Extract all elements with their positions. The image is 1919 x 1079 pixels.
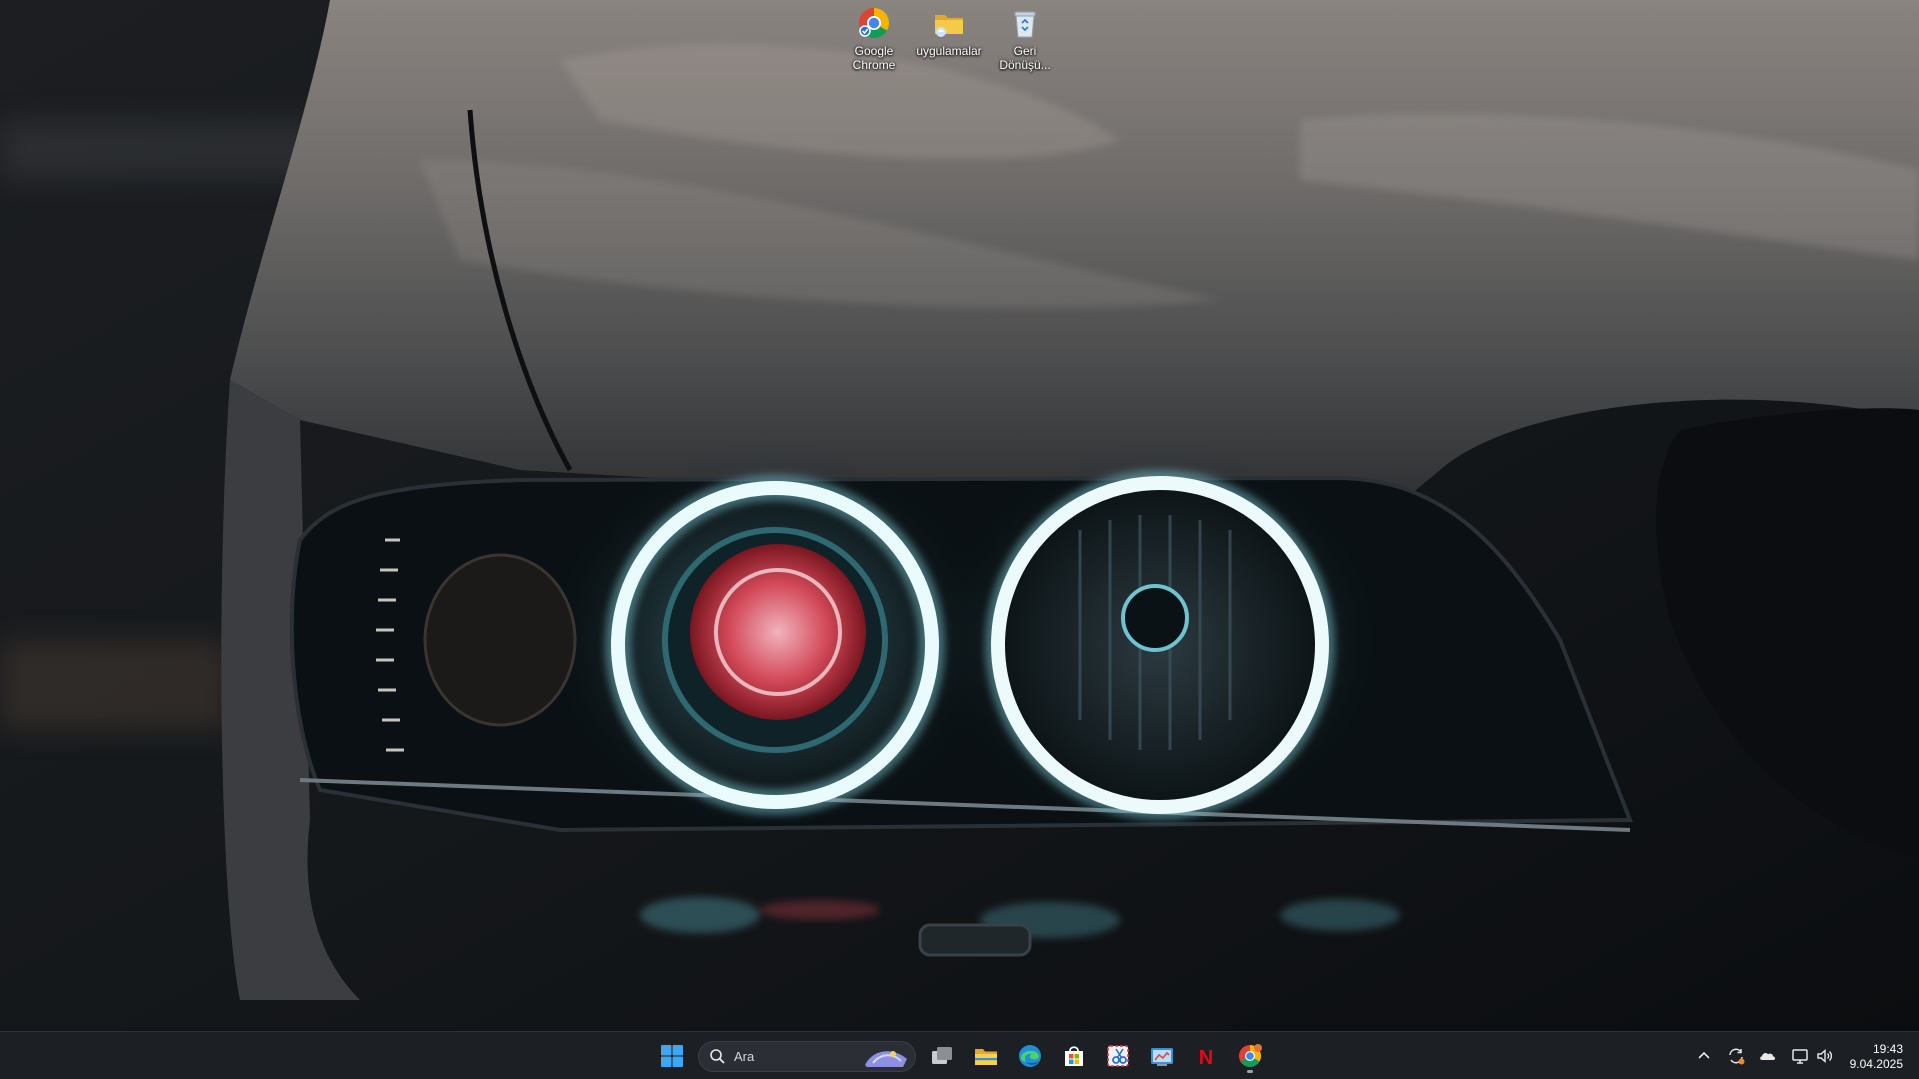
recycle-bin-icon	[1014, 11, 1036, 38]
taskbar-netflix[interactable]: N	[1186, 1038, 1226, 1074]
taskbar-snipping-tool[interactable]	[1098, 1038, 1138, 1074]
chevron-up-icon[interactable]	[1694, 1046, 1714, 1066]
desktop-icon-label: uygulamalar	[916, 44, 982, 58]
task-view-icon	[932, 1047, 952, 1064]
chrome-icon	[858, 7, 890, 39]
sync-icon[interactable]	[1726, 1046, 1746, 1066]
start-icon	[661, 1045, 683, 1067]
taskbar-clock[interactable]: 19:43 9.04.2025	[1850, 1042, 1903, 1072]
store-icon	[1065, 1046, 1083, 1066]
taskbar-control-panel[interactable]	[1142, 1038, 1182, 1074]
taskbar-search-box[interactable]: Ara	[698, 1041, 916, 1072]
search-highlight-art	[865, 1051, 907, 1067]
onedrive-icon[interactable]	[1758, 1046, 1778, 1066]
snipping-tool-icon	[1107, 1045, 1129, 1067]
clock-date: 9.04.2025	[1849, 1057, 1903, 1071]
file-explorer-icon	[975, 1049, 997, 1065]
network-icon[interactable]	[1790, 1046, 1810, 1066]
taskbar: Ara N 19:43 9.04.2025	[0, 1031, 1919, 1079]
desktop-wallpaper	[0, 0, 1919, 1031]
taskbar-chrome[interactable]	[1230, 1038, 1270, 1074]
task-view-button[interactable]	[922, 1038, 962, 1074]
taskbar-edge[interactable]	[1010, 1038, 1050, 1074]
desktop-icon-recycle-bin[interactable]: Geri Dönüşü...	[987, 4, 1063, 78]
taskbar-file-explorer[interactable]	[966, 1038, 1006, 1074]
desktop-icon-label: Google Chrome	[852, 44, 896, 72]
desktop-icon-uygulamalar[interactable]: uygulamalar	[911, 4, 987, 78]
taskbar-store[interactable]	[1054, 1038, 1094, 1074]
clock-time: 19:43	[1872, 1042, 1903, 1056]
netflix-icon: N	[1199, 1047, 1213, 1069]
desktop-icon-google-chrome[interactable]: Google Chrome	[836, 4, 912, 78]
search-icon	[710, 1049, 725, 1064]
edge-icon	[1019, 1045, 1041, 1067]
control-panel-icon	[1151, 1048, 1173, 1066]
search-placeholder: Ara	[734, 1049, 755, 1064]
start-button[interactable]	[652, 1038, 692, 1074]
folder-icon	[935, 15, 963, 37]
desktop-icon-label: Geri Dönüşü...	[999, 44, 1051, 72]
volume-icon[interactable]	[1815, 1046, 1835, 1066]
running-indicator	[1247, 1070, 1253, 1073]
chrome-icon	[1239, 1044, 1262, 1067]
svg-text:N: N	[1199, 1047, 1213, 1069]
